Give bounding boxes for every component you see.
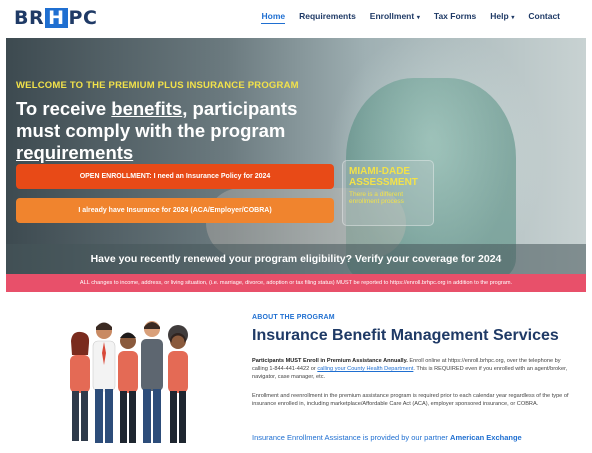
person-leg [153,389,161,443]
nav-enrollment-label: Enrollment [369,11,415,21]
logo-text-h: H [45,8,68,28]
enrollment-assistance-line: Insurance Enrollment Assistance is provi… [252,433,572,442]
person-leg [81,391,88,441]
nav-help[interactable]: Help ▾ [490,11,514,24]
person-hair [96,322,112,330]
person-hair [71,331,90,355]
person-body [70,355,90,393]
person-leg [120,391,127,443]
person-leg [179,391,186,443]
person-hair [144,322,160,329]
person-leg [95,389,103,443]
hero-title-text: To receive [16,98,112,119]
person-body [168,351,188,393]
changes-notice: ALL changes to income, address, or livin… [6,274,586,292]
person-body [141,339,163,391]
person-leg [129,391,136,443]
benefits-link[interactable]: benefits [111,98,182,119]
requirements-link[interactable]: requirements [16,142,133,163]
person-face [171,335,185,349]
person-leg [72,391,79,441]
person-leg [143,389,151,443]
logo-text-left: BR [14,7,45,29]
site-header: BR H PC Home Requirements Enrollment ▾ Tax… [0,0,592,34]
assist-text: Insurance Enrollment Assistance is provi… [252,433,451,442]
county-health-link[interactable]: calling your County Health Department [317,366,413,372]
nav-contact[interactable]: Contact [528,11,560,24]
person-hair [120,332,136,338]
person-leg [105,389,113,443]
people-group-illustration [70,321,188,443]
nav-tax-forms[interactable]: Tax Forms [434,11,476,24]
person-body [118,351,138,393]
about-kicker: ABOUT THE PROGRAM [252,314,335,321]
about-paragraph-2: Enrollment and reenrollment in the premi… [252,393,569,407]
american-exchange-link[interactable]: American Exchange [450,433,522,442]
nav-enrollment[interactable]: Enrollment ▾ [370,11,420,24]
main-nav: Home Requirements Enrollment ▾ Tax Forms… [261,11,560,24]
brhpc-logo[interactable]: BR H PC [14,7,97,29]
nav-help-label: Help [490,11,509,21]
miami-dade-subtitle: There is a different enrollment process [349,191,404,205]
already-insured-button[interactable]: I already have Insurance for 2024 (ACA/E… [16,198,334,223]
open-enrollment-button[interactable]: OPEN ENROLLMENT: I need an Insurance Pol… [16,164,334,189]
chevron-down-icon: ▾ [415,15,420,21]
nav-requirements[interactable]: Requirements [299,11,356,24]
logo-text-right: PC [68,7,98,29]
about-title: Insurance Benefit Management Services [252,327,559,344]
nav-home[interactable]: Home [261,11,286,24]
person-leg [170,391,177,443]
hero-title: To receive benefits, participants must c… [16,98,346,164]
about-paragraph-1: Participants MUST Enroll in Premium Assi… [252,357,570,381]
hero-kicker: WELCOME TO THE PREMIUM PLUS INSURANCE PR… [16,80,299,91]
miami-dade-assessment-card[interactable]: MIAMI-DADE ASSESSMENT There is a differe… [342,160,434,226]
hero-banner: WELCOME TO THE PREMIUM PLUS INSURANCE PR… [6,38,586,274]
about-p1-bold: Participants MUST Enroll in Premium Assi… [252,358,408,364]
miami-dade-title: MIAMI-DADE ASSESSMENT [349,166,418,188]
verify-coverage-banner[interactable]: Have you recently renewed your program e… [6,244,586,274]
chevron-down-icon: ▾ [509,15,515,21]
